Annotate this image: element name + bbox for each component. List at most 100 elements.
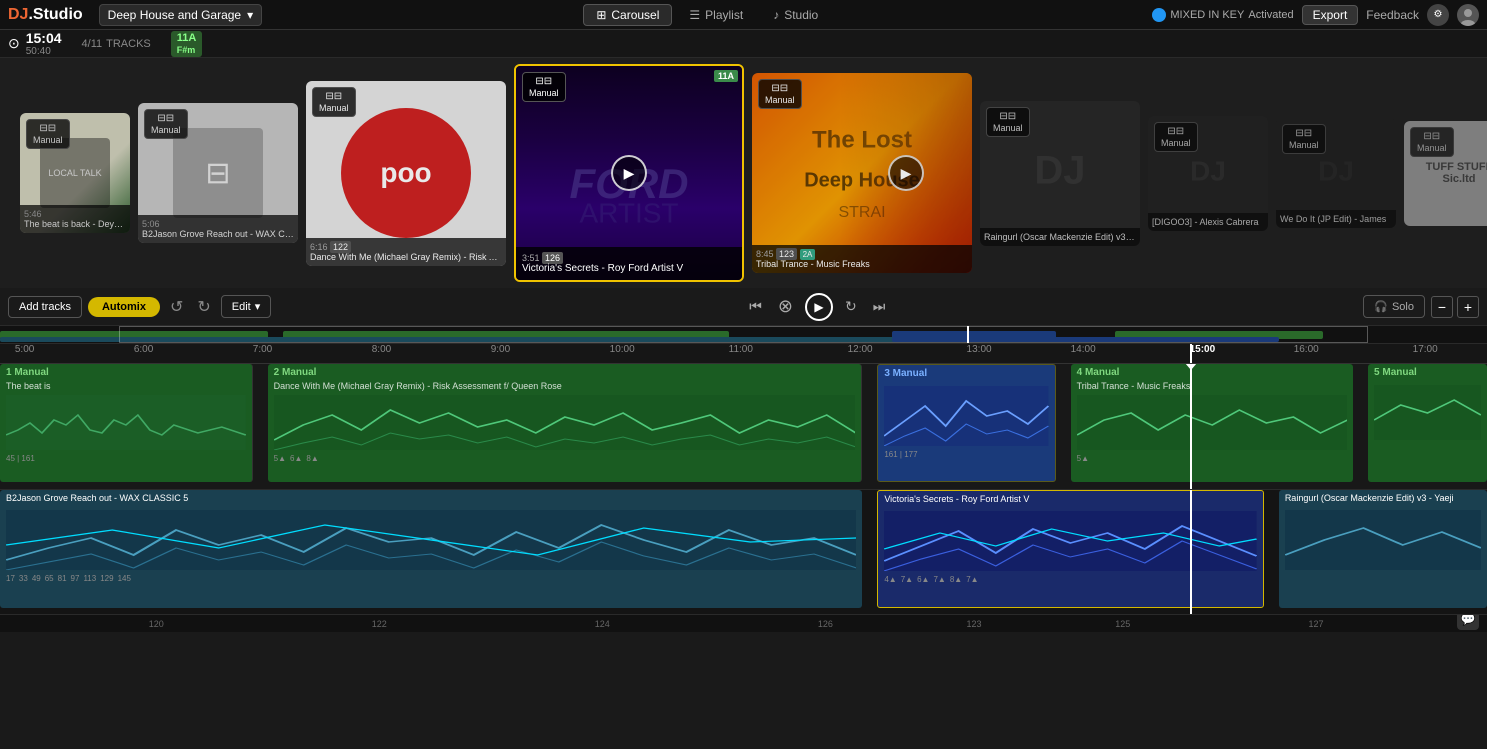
ruler-mark: 17:00 [1413, 344, 1438, 355]
skip-forward-button[interactable]: ⏭ [869, 296, 890, 317]
carousel-card-5[interactable]: The Lost Deep House STRAI ▶ ⊟⊟ Manual 8:… [752, 73, 972, 273]
redo-button[interactable]: ↻ [193, 295, 214, 319]
minimap-playhead [967, 326, 969, 343]
user-avatar[interactable] [1457, 4, 1479, 26]
track-block-1-manual[interactable]: 1 Manual The beat is 45 | 161 [0, 364, 253, 482]
card-3-manual-btn[interactable]: ⊟⊟ Manual [312, 87, 356, 117]
feedback-button[interactable]: Feedback [1366, 8, 1419, 22]
automix-button[interactable]: Automix [88, 297, 160, 317]
carousel-track: LOCAL TALK ⊟⊟ Manual 5:46 The beat is ba… [0, 58, 1487, 288]
carousel-card-9[interactable]: TUFF STUFFSic.ltd ⊟⊟ Manual [1404, 121, 1487, 226]
loop-button[interactable]: ↻ [841, 296, 861, 317]
track-block-4-manual[interactable]: 4 Manual Tribal Trance - Music Freaks 5▲ [1071, 364, 1354, 482]
nav-carousel-button[interactable]: ⊞ Carousel [583, 4, 672, 26]
carousel-card-8[interactable]: DJ ⊟⊟ Manual We Do It (JP Edit) - James [1276, 118, 1396, 228]
carousel-card-6[interactable]: DJ ⊟⊟ Manual Raingurl (Oscar Mackenzie E… [980, 101, 1140, 246]
svg-text:DJ: DJ [1190, 155, 1226, 186]
tracks-area: 1 Manual The beat is 45 | 161 2 Manual D… [0, 364, 1487, 614]
add-tracks-button[interactable]: Add tracks [8, 296, 82, 318]
carousel-icon: ⊞ [596, 8, 606, 22]
svg-text:ARTIST: ARTIST [579, 197, 678, 228]
track-block-3-manual[interactable]: 3 Manual 161 | 177 [877, 364, 1055, 482]
card-8-manual-btn[interactable]: ⊟⊟ Manual [1282, 124, 1326, 154]
undo-button[interactable]: ↺ [166, 295, 187, 319]
mix-selector[interactable]: Deep House and Garage ▾ [99, 4, 262, 26]
card-1-manual-btn[interactable]: ⊟⊟ Manual [26, 119, 70, 149]
headphones-icon: 🎧 [1374, 300, 1388, 313]
timeline-toolbar: Add tracks Automix ↺ ↻ Edit ▾ ⏮ ⊗ ▶ ↻ ⏭ … [0, 288, 1487, 326]
card-4-manual-btn[interactable]: ⊟⊟ Manual [522, 72, 566, 102]
carousel-card-4[interactable]: FORD ARTIST ▶ ⊟⊟ Manual 11A 3:51 126 Vic… [514, 64, 744, 282]
bottom-mark: 127 [1309, 619, 1324, 629]
clock-icon: ⊙ [8, 35, 20, 52]
track-block-victorias[interactable]: Victoria's Secrets - Roy Ford Artist V 4… [877, 490, 1264, 608]
carousel-card-7[interactable]: DJ ⊟⊟ Manual [DIGOO3] - Alexis Cabrera [1148, 116, 1268, 231]
top-nav: DJ.Studio Deep House and Garage ▾ ⊞ Caro… [0, 0, 1487, 30]
svg-text:DJ: DJ [1318, 155, 1354, 186]
info-bar: ⊙ 15:04 50:40 4/11 TRACKS 11A F#m [0, 30, 1487, 58]
track-block-raingurl[interactable]: Raingurl (Oscar Mackenzie Edit) v3 - Yae… [1279, 490, 1487, 608]
solo-button[interactable]: 🎧 Solo [1363, 295, 1425, 318]
edit-button[interactable]: Edit ▾ [221, 295, 272, 318]
card-5-manual-btn[interactable]: ⊟⊟ Manual [758, 79, 802, 109]
card-6-manual-btn[interactable]: ⊟⊟ Manual [986, 107, 1030, 137]
bottom-mark: 125 [1115, 619, 1130, 629]
carousel-card-2[interactable]: ⊟ ⊟⊟ Manual 5:06 B2Jason Grove Reach out… [138, 103, 298, 243]
chevron-down-icon: ▾ [255, 300, 261, 313]
bottom-mark: 124 [595, 619, 610, 629]
carousel-card-1[interactable]: LOCAL TALK ⊟⊟ Manual 5:46 The beat is ba… [20, 113, 130, 233]
tracks-count: 4/11 [82, 38, 103, 50]
card-2-manual-btn[interactable]: ⊟⊟ Manual [144, 109, 188, 139]
playhead-triangle [1185, 364, 1197, 370]
ruler-mark: 7:00 [253, 344, 272, 355]
zoom-out-button[interactable]: − [1431, 296, 1453, 318]
nav-playlist-button[interactable]: ☰ Playlist [676, 4, 756, 26]
ruler-mark: 13:00 [967, 344, 992, 355]
zoom-controls: − + [1431, 296, 1479, 318]
bottom-ruler: 120 122 124 126 123 125 127 💬 [0, 614, 1487, 632]
play-icon[interactable]: ▶ [611, 155, 647, 191]
play-icon-5[interactable]: ▶ [888, 155, 924, 191]
ruler-mark: 9:00 [491, 344, 510, 355]
track-block-b2jason[interactable]: B2Jason Grove Reach out - WAX CLASSIC 5 … [0, 490, 862, 608]
card-9-manual-btn[interactable]: ⊟⊟ Manual [1410, 127, 1454, 157]
timeline-minimap[interactable] [0, 326, 1487, 344]
bottom-mark: 122 [372, 619, 387, 629]
playhead-top [1190, 364, 1192, 489]
ruler-playhead [1190, 344, 1192, 363]
tracks-label: TRACKS [106, 38, 151, 50]
nav-studio-button[interactable]: ♪ Studio [760, 4, 831, 26]
ruler-mark: 16:00 [1294, 344, 1319, 355]
settings-icon[interactable]: ⚙ [1427, 4, 1449, 26]
key-badge-card: 11A [714, 70, 738, 82]
ruler-mark: 6:00 [134, 344, 153, 355]
card-7-manual-btn[interactable]: ⊟⊟ Manual [1154, 122, 1198, 152]
current-time: 15:04 [26, 30, 62, 46]
mixed-in-key-badge: MIXED IN KEY Activated [1152, 8, 1293, 22]
bottom-mark: 120 [149, 619, 164, 629]
playhead-bottom [1190, 490, 1192, 614]
ruler-mark: 14:00 [1071, 344, 1096, 355]
playlist-icon: ☰ [689, 8, 700, 22]
carousel-card-3[interactable]: poo ⊟⊟ Manual 6:16 122 Dance With Me (Mi… [306, 81, 506, 266]
track-block-2-manual[interactable]: 2 Manual Dance With Me (Michael Gray Rem… [268, 364, 863, 482]
zoom-in-button[interactable]: + [1457, 296, 1479, 318]
cue-button[interactable]: ⊗ [774, 294, 797, 319]
nav-center: ⊞ Carousel ☰ Playlist ♪ Studio [270, 4, 1144, 26]
timeline-ruler: 5:00 6:00 7:00 8:00 9:00 10:00 11:00 12:… [0, 344, 1487, 364]
app-logo: DJ.Studio [8, 6, 83, 24]
bottom-mark: 126 [818, 619, 833, 629]
bottom-mark: 123 [967, 619, 982, 629]
ruler-mark-current: 15:00 [1190, 344, 1216, 355]
track-block-5-manual[interactable]: 5 Manual [1368, 364, 1487, 482]
nav-right: MIXED IN KEY Activated Export Feedback ⚙ [1152, 4, 1479, 26]
export-button[interactable]: Export [1302, 5, 1359, 25]
studio-icon: ♪ [773, 8, 779, 22]
skip-back-button[interactable]: ⏮ [745, 296, 766, 317]
chat-icon[interactable]: 💬 [1457, 614, 1479, 630]
minimap-segment-5 [0, 337, 922, 342]
play-pause-button[interactable]: ▶ [805, 293, 833, 321]
minimap-bar [0, 326, 1487, 343]
svg-text:DJ: DJ [1034, 149, 1085, 193]
ruler-mark: 11:00 [729, 344, 753, 355]
